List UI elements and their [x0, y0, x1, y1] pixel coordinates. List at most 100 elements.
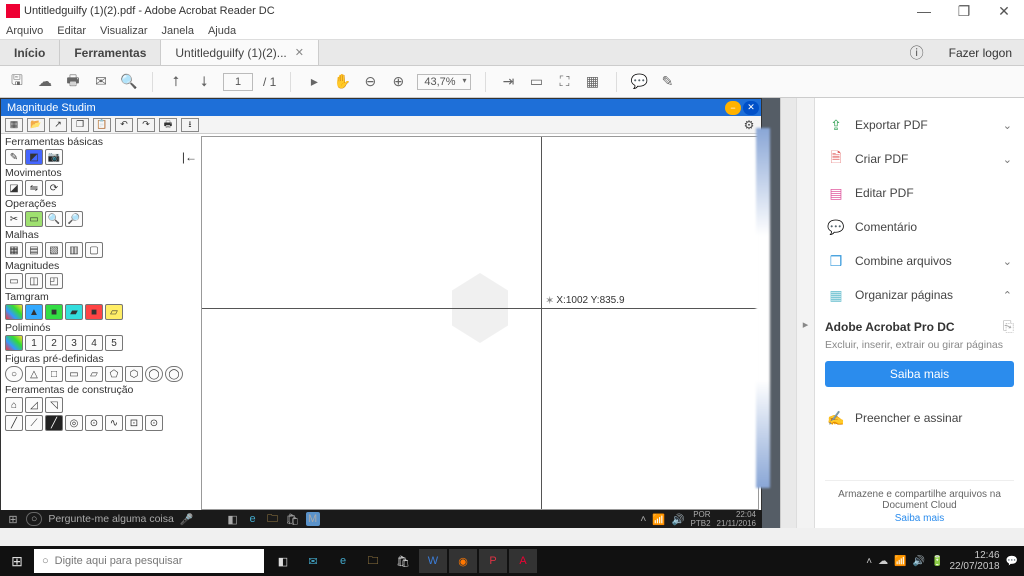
shape-triangle-icon[interactable]: △	[25, 366, 43, 382]
mag3-icon[interactable]: ◰	[45, 273, 63, 289]
magnitude-canvas[interactable]: ✶ X:1002 Y:835.9	[201, 136, 759, 510]
tab-document[interactable]: Untitledguilfy (1)(2)... ✕	[161, 40, 319, 65]
menu-visualizar[interactable]: Visualizar	[100, 25, 148, 37]
arrow-icon[interactable]: ↗	[49, 118, 67, 132]
task-mail-icon[interactable]: ✉	[299, 549, 327, 573]
taskbar-clock[interactable]: 12:46 22/07/2018	[949, 550, 999, 572]
fit-page-icon[interactable]: ▭	[528, 73, 546, 91]
magnitude-titlebar[interactable]: Magnitude Studim − ✕	[1, 99, 761, 116]
tam-cyan-icon[interactable]: ▰	[65, 304, 83, 320]
search-icon[interactable]: 🔍	[120, 73, 138, 91]
tam-multi-icon[interactable]	[5, 304, 23, 320]
panel-collapse-button[interactable]: ▸	[796, 98, 814, 528]
shape-hexagon-icon[interactable]: ⬡	[125, 366, 143, 382]
page-down-icon[interactable]: ⭣	[195, 73, 213, 91]
highlight-icon[interactable]: ✎	[659, 73, 677, 91]
task-edge-icon[interactable]: e	[329, 549, 357, 573]
tool-select-icon[interactable]: ▭	[25, 211, 43, 227]
shape-pentagon-icon[interactable]: ⬠	[105, 366, 123, 382]
cons9-icon[interactable]: ∿	[105, 415, 123, 431]
notifications-icon[interactable]: 💬	[1006, 556, 1018, 567]
page-number-input[interactable]: 1	[223, 73, 253, 91]
page-up-icon[interactable]: ⭡	[167, 73, 185, 91]
mesh2-icon[interactable]: ▤	[25, 242, 43, 258]
pointer-icon[interactable]: ▸	[305, 73, 323, 91]
taskbar-search[interactable]: ○ Digite aqui para pesquisar	[34, 549, 264, 573]
shape-bigcircle-icon[interactable]: ◯	[165, 366, 183, 382]
tool-move-icon[interactable]: ◪	[5, 180, 23, 196]
tool-export-pdf[interactable]: ⇪ Exportar PDF ⌄	[825, 108, 1014, 142]
task-powerpoint-icon[interactable]: P	[479, 549, 507, 573]
shape-rect-icon[interactable]: ▭	[65, 366, 83, 382]
cons11-icon[interactable]: ⊙	[145, 415, 163, 431]
tab-home[interactable]: Início	[0, 40, 60, 65]
tool-create-pdf[interactable]: 🗎 Criar PDF ⌄	[825, 142, 1014, 176]
mag2-icon[interactable]: ◫	[25, 273, 43, 289]
fullscreen-icon[interactable]: ⛶	[556, 73, 574, 91]
cons4-icon[interactable]: ╱	[5, 415, 23, 431]
copy-icon[interactable]: ❐	[71, 118, 89, 132]
tool-pencil-icon[interactable]: ✎	[5, 149, 23, 165]
print-icon[interactable]: 🖶	[64, 73, 82, 91]
tray-wifi-icon[interactable]: 📶	[894, 556, 906, 567]
learn-more-button[interactable]: Saiba mais	[825, 361, 1014, 387]
menu-arquivo[interactable]: Arquivo	[6, 25, 43, 37]
cons7-icon[interactable]: ◎	[65, 415, 83, 431]
poly-1-icon[interactable]: 1	[25, 335, 43, 351]
tool-fill-sign[interactable]: ✍ Preencher e assinar	[825, 401, 1014, 435]
cloud-learn-link[interactable]: Saiba mais	[825, 513, 1014, 524]
menu-editar[interactable]: Editar	[57, 25, 86, 37]
cons10-icon[interactable]: ⊡	[125, 415, 143, 431]
print-icon[interactable]: 🖶	[159, 118, 177, 132]
tam-blue-icon[interactable]: ▲	[25, 304, 43, 320]
tool-cut-icon[interactable]: ✂	[5, 211, 23, 227]
start-button[interactable]: ⊞	[0, 553, 34, 570]
poly-3-icon[interactable]: 3	[65, 335, 83, 351]
save-icon[interactable]: 🖫	[8, 73, 26, 91]
tool-organize[interactable]: ▦ Organizar páginas ⌃	[825, 278, 1014, 312]
poly-2-icon[interactable]: 2	[45, 335, 63, 351]
read-mode-icon[interactable]: ▦	[584, 73, 602, 91]
zoom-out-icon[interactable]: ⊖	[361, 73, 379, 91]
document-viewport[interactable]: Magnitude Studim − ✕ ▦ 📂 ↗ ❐ 📋 ↶ ↷ 🖶 ⭳ ⚙…	[0, 98, 780, 528]
task-word-icon[interactable]: W	[419, 549, 447, 573]
task-firefox-icon[interactable]: ◉	[449, 549, 477, 573]
tool-zoomin-icon[interactable]: 🔍	[45, 211, 63, 227]
close-button[interactable]: ✕	[984, 3, 1024, 20]
poly-4-icon[interactable]: 4	[85, 335, 103, 351]
tab-tools[interactable]: Ferramentas	[60, 40, 161, 65]
mesh4-icon[interactable]: ▥	[65, 242, 83, 258]
cons6-icon[interactable]: ╱	[45, 415, 63, 431]
taskview-button[interactable]: ◧	[269, 549, 297, 573]
magnitude-close-icon[interactable]: ✕	[743, 101, 759, 115]
tool-rotate-icon[interactable]: ⟳	[45, 180, 63, 196]
zoom-select[interactable]: 43,7%	[417, 74, 470, 90]
cloud-icon[interactable]: ☁	[36, 73, 54, 91]
minimize-button[interactable]: —	[904, 3, 944, 19]
tool-color-icon[interactable]: ◩	[25, 149, 43, 165]
redo-icon[interactable]: ↷	[137, 118, 155, 132]
vertical-scrollbar[interactable]	[780, 98, 796, 528]
cons8-icon[interactable]: ⊙	[85, 415, 103, 431]
menu-janela[interactable]: Janela	[162, 25, 194, 37]
maximize-button[interactable]: ❐	[944, 3, 984, 20]
settings-icon[interactable]: ⚙	[741, 118, 757, 132]
system-tray[interactable]: ˄ ☁ 📶 🔊 🔋 12:46 22/07/2018 💬	[866, 550, 1024, 572]
shape-square-icon[interactable]: □	[45, 366, 63, 382]
tray-onedrive-icon[interactable]: ☁	[878, 556, 888, 567]
poly-multi-icon[interactable]	[5, 335, 23, 351]
tool-camera-icon[interactable]: 📷	[45, 149, 63, 165]
tool-edit-pdf[interactable]: ▤ Editar PDF	[825, 176, 1014, 210]
sign-in-button[interactable]: Fazer logon	[937, 40, 1024, 65]
tool-flip-icon[interactable]: ⇋	[25, 180, 43, 196]
poly-5-icon[interactable]: 5	[105, 335, 123, 351]
tab-close-icon[interactable]: ✕	[295, 46, 304, 59]
tam-red-icon[interactable]: ■	[85, 304, 103, 320]
home-icon[interactable]: |←	[177, 150, 197, 164]
undo-icon[interactable]: ↶	[115, 118, 133, 132]
paste-icon[interactable]: 📋	[93, 118, 111, 132]
task-store-icon[interactable]: 🛍	[389, 549, 417, 573]
mail-icon[interactable]: ✉	[92, 73, 110, 91]
grid-icon[interactable]: ▦	[5, 118, 23, 132]
share-icon[interactable]: ⎘	[1003, 318, 1014, 335]
